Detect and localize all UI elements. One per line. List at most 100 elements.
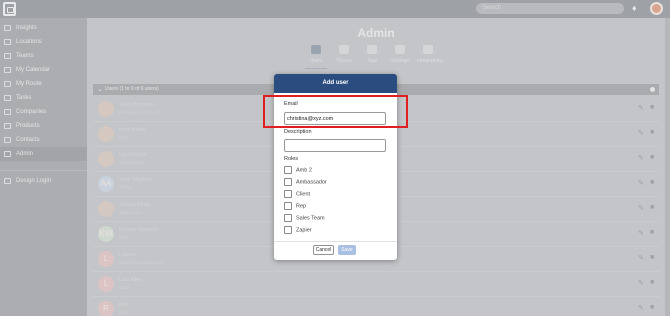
- pencil-icon[interactable]: ✎: [638, 254, 644, 262]
- sidebar-item-label: Contacts: [16, 137, 40, 143]
- top-bar: Search ♦: [0, 0, 670, 18]
- table-row[interactable]: L Lisa Allen Client ✎ ■: [93, 272, 659, 297]
- user-subtitle: Rep: [119, 135, 128, 140]
- user-name: Irwin Kiera: [119, 127, 145, 133]
- sidebar-item-contacts[interactable]: Contacts: [0, 133, 87, 147]
- sidebar-item-admin[interactable]: Admin: [0, 147, 87, 161]
- sidebar-item-companies[interactable]: Companies: [0, 105, 87, 119]
- role-option-zapier[interactable]: Zapier: [284, 226, 312, 235]
- add-icon[interactable]: [650, 87, 655, 92]
- role-checkbox[interactable]: [284, 166, 292, 174]
- role-label: Zapier: [296, 227, 312, 234]
- role-label: Client: [296, 191, 311, 198]
- sidebar-item-design-login[interactable]: Design Login: [0, 174, 87, 188]
- tab-label: Settings: [390, 58, 410, 64]
- role-label: Ambassador: [296, 179, 327, 186]
- role-option-rep[interactable]: Rep: [284, 202, 306, 211]
- gear-icon: [4, 151, 11, 157]
- trash-icon[interactable]: ■: [650, 129, 654, 136]
- login-icon: [4, 178, 11, 184]
- tag-icon: [367, 45, 377, 54]
- sidebar-item-insights[interactable]: Insights: [0, 21, 87, 35]
- role-checkbox[interactable]: [284, 214, 292, 222]
- cancel-button[interactable]: Cancel: [313, 245, 334, 255]
- user-name: Kristen Williams: [119, 227, 159, 233]
- avatar: L: [98, 251, 114, 267]
- avatar: R: [98, 301, 114, 316]
- tab-tags[interactable]: Tags: [361, 45, 383, 69]
- pencil-icon[interactable]: ✎: [638, 279, 644, 287]
- pencil-icon[interactable]: ✎: [638, 154, 644, 162]
- user-subtitle: Rep: [119, 310, 128, 315]
- sidebar: Insights Locations Teams My Calendar My …: [0, 18, 87, 316]
- users-icon: [311, 45, 321, 54]
- search-input[interactable]: Search: [476, 3, 624, 14]
- role-option-amb-2[interactable]: Amb 2: [284, 166, 312, 175]
- user-subtitle: Client: [119, 285, 131, 290]
- sidebar-item-tasks[interactable]: Tasks: [0, 91, 87, 105]
- list-header-label: Users (1 to 9 of 9 users): [105, 86, 159, 92]
- sidebar-item-my-route[interactable]: My Route: [0, 77, 87, 91]
- tab-label: Places: [336, 58, 352, 64]
- trash-icon[interactable]: ■: [650, 279, 654, 286]
- roles-label: Roles: [284, 156, 299, 162]
- avatar: L: [98, 276, 114, 292]
- user-name: Trent Brannon: [119, 102, 154, 108]
- role-label: Rep: [296, 203, 307, 210]
- trash-icon[interactable]: ■: [650, 204, 654, 211]
- sidebar-item-label: Locations: [16, 39, 42, 45]
- avatar: [98, 101, 114, 117]
- calendar-icon: [4, 67, 11, 73]
- tab-integrations[interactable]: Integrations: [417, 45, 443, 69]
- role-option-sales-team[interactable]: Sales Team: [284, 214, 325, 223]
- role-checkbox[interactable]: [284, 226, 292, 234]
- user-name: Ian Kreisler: [119, 152, 147, 158]
- user-name: Ryo: [119, 302, 129, 308]
- sidebar-item-teams[interactable]: Teams: [0, 49, 87, 63]
- pencil-icon[interactable]: ✎: [638, 229, 644, 237]
- tab-label: Users: [309, 58, 323, 64]
- save-button[interactable]: Save: [338, 245, 356, 255]
- description-field[interactable]: [284, 139, 386, 152]
- user-name: Lauren: [119, 252, 137, 258]
- user-subtitle: Rep: [119, 235, 128, 240]
- sidebar-item-label: Admin: [16, 151, 34, 157]
- tab-users[interactable]: Users: [305, 45, 327, 69]
- user-avatar[interactable]: [650, 2, 663, 15]
- trash-icon[interactable]: ■: [650, 154, 654, 161]
- trash-icon[interactable]: ■: [650, 254, 654, 261]
- avatar: [98, 201, 114, 217]
- modal-title: Add user: [274, 74, 397, 93]
- pencil-icon[interactable]: ✎: [638, 204, 644, 212]
- pencil-icon[interactable]: ✎: [638, 179, 644, 187]
- tab-settings[interactable]: Settings: [389, 45, 411, 69]
- role-option-ambassador[interactable]: Ambassador: [284, 178, 327, 187]
- avatar: [98, 151, 114, 167]
- role-checkbox[interactable]: [284, 178, 292, 186]
- trash-icon[interactable]: ■: [650, 229, 654, 236]
- role-checkbox[interactable]: [284, 202, 292, 210]
- sidebar-item-label: Tasks: [16, 95, 32, 101]
- role-option-client[interactable]: Client: [284, 190, 310, 199]
- user-name: Lisa Allen: [119, 277, 143, 283]
- places-icon: [339, 45, 349, 54]
- table-row[interactable]: R Ryo Rep ✎ ■: [93, 297, 659, 316]
- pencil-icon[interactable]: ✎: [638, 304, 644, 312]
- tab-places[interactable]: Places: [333, 45, 355, 69]
- trash-icon[interactable]: ■: [650, 104, 654, 111]
- sidebar-item-my-calendar[interactable]: My Calendar: [0, 63, 87, 77]
- sidebar-item-label: Teams: [16, 53, 34, 59]
- trash-icon[interactable]: ■: [650, 304, 654, 311]
- box-icon: [4, 123, 11, 129]
- sidebar-item-locations[interactable]: Locations: [0, 35, 87, 49]
- role-checkbox[interactable]: [284, 190, 292, 198]
- user-subtitle: trent@company.com: [119, 110, 161, 115]
- role-label: Amb 2: [296, 167, 312, 174]
- trash-icon[interactable]: ■: [650, 179, 654, 186]
- bell-icon[interactable]: ♦: [632, 3, 641, 13]
- app-logo-icon[interactable]: [3, 2, 16, 16]
- sidebar-item-products[interactable]: Products: [0, 119, 87, 133]
- pencil-icon[interactable]: ✎: [638, 104, 644, 112]
- user-subtitle: Client: [119, 185, 131, 190]
- pencil-icon[interactable]: ✎: [638, 129, 644, 137]
